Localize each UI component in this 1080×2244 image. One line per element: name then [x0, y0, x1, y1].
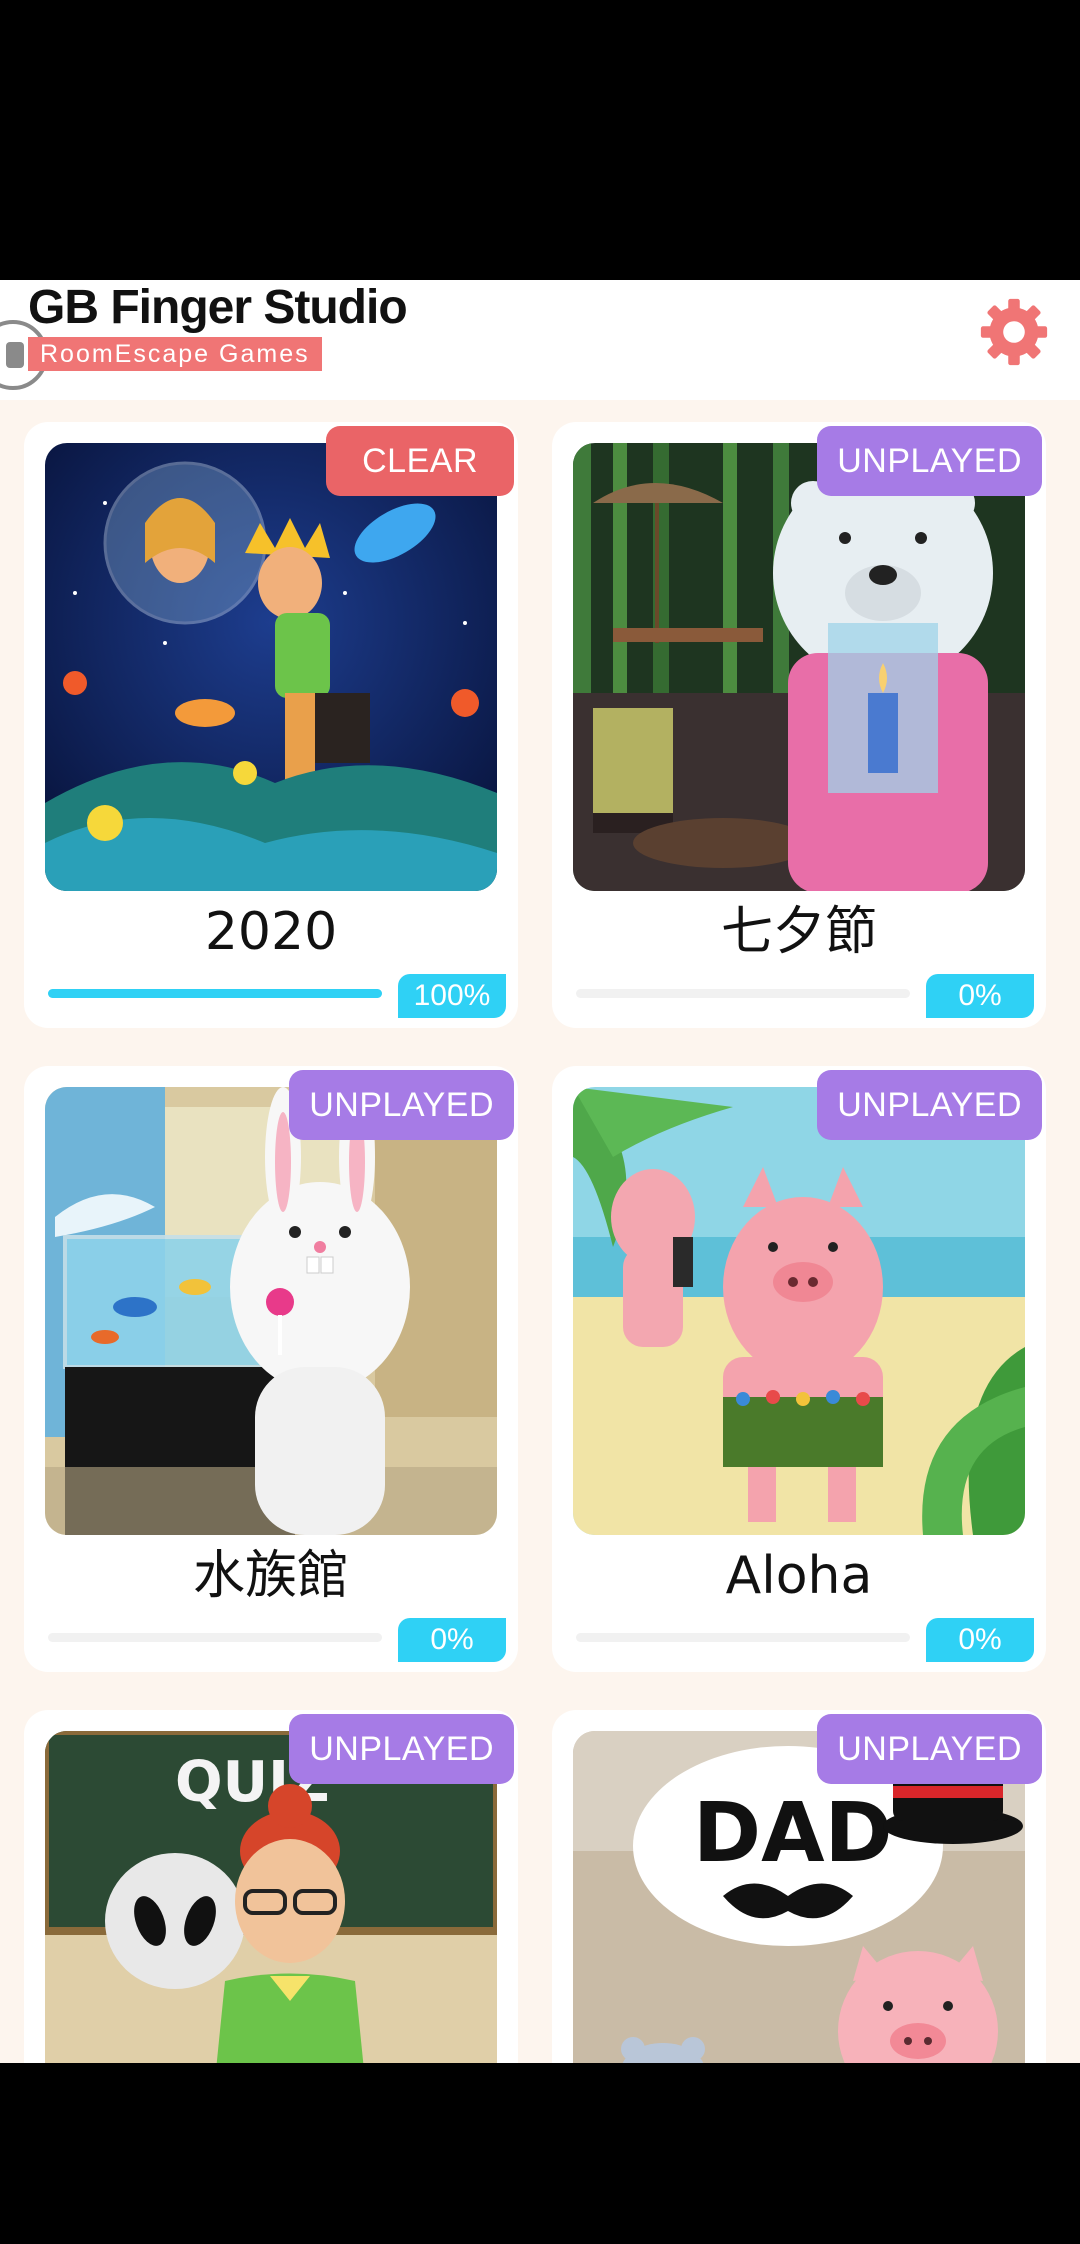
brand-title: GB Finger Studio	[28, 281, 408, 334]
status-badge: UNPLAYED	[817, 426, 1042, 496]
progress-track	[576, 989, 910, 998]
progress-percent: 100%	[398, 974, 506, 1018]
brand-subtitle: RoomEscape Games	[28, 337, 322, 371]
game-card-aloha[interactable]: UNPLAYED Aloha 0%	[552, 1066, 1046, 1672]
game-title: 水族館	[192, 1546, 349, 1606]
progress-percent: 0%	[398, 1618, 506, 1662]
status-badge: UNPLAYED	[289, 1070, 514, 1140]
app-screen: GB Finger Studio RoomEscape Games CLEAR …	[0, 280, 1080, 2063]
status-badge: UNPLAYED	[817, 1714, 1042, 1784]
speech-bubble-text: DAD	[693, 1786, 893, 1881]
navigation-bar	[0, 2063, 1080, 2244]
game-card-quiz[interactable]: QUIZ UNPLAYED	[24, 1710, 518, 2063]
progress-fill	[48, 989, 382, 998]
game-card-2020[interactable]: CLEAR 2020 100%	[24, 422, 518, 1028]
game-thumbnail	[45, 443, 497, 891]
game-title: Aloha	[725, 1546, 873, 1606]
header: GB Finger Studio RoomEscape Games	[0, 280, 1080, 400]
game-card-dad[interactable]: DAD UNPLAYED	[552, 1710, 1046, 2063]
gear-icon[interactable]	[978, 296, 1050, 368]
status-bar	[0, 0, 1080, 280]
progress-percent: 0%	[926, 1618, 1034, 1662]
progress-track	[48, 1633, 382, 1642]
progress-percent: 0%	[926, 974, 1034, 1018]
game-title: 七夕節	[720, 902, 877, 962]
status-badge: CLEAR	[326, 426, 514, 496]
progress-track	[576, 1633, 910, 1642]
game-card-qixi[interactable]: UNPLAYED 七夕節 0%	[552, 422, 1046, 1028]
game-title: 2020	[204, 902, 338, 962]
status-badge: UNPLAYED	[289, 1714, 514, 1784]
progress-track	[48, 989, 382, 998]
game-thumbnail	[45, 1087, 497, 1535]
status-badge: UNPLAYED	[817, 1070, 1042, 1140]
game-card-aquarium[interactable]: UNPLAYED 水族館 0%	[24, 1066, 518, 1672]
game-thumbnail	[573, 443, 1025, 891]
game-thumbnail	[573, 1087, 1025, 1535]
